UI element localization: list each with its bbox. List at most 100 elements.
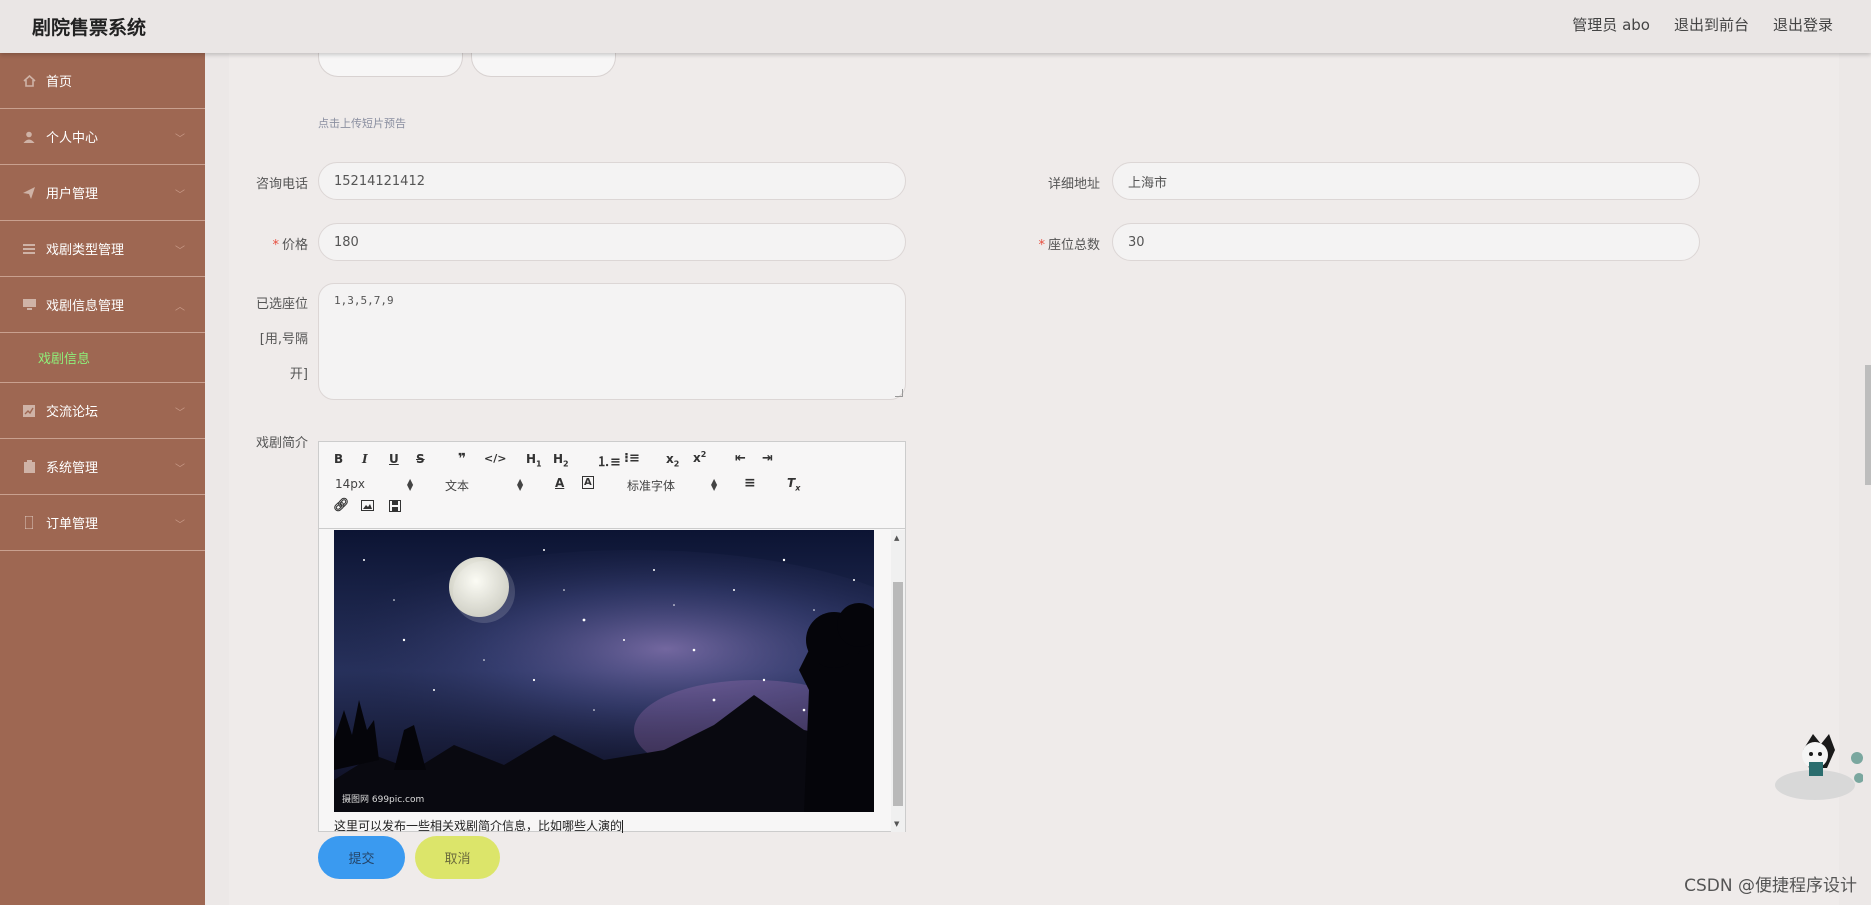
image-watermark: 摄图网 699pic.com (342, 795, 425, 805)
logout-link[interactable]: 退出登录 (1773, 14, 1833, 35)
price-label-text: 价格 (281, 238, 308, 253)
font-size-value: 14px (335, 477, 365, 491)
selected-seats-value: 1,3,5,7,9 (334, 294, 394, 307)
subscript-icon[interactable]: x2 (666, 452, 679, 468)
intro-label: 戏剧简介 (255, 436, 308, 451)
admin-user-label[interactable]: 管理员 abo (1572, 14, 1650, 35)
chevron-down-icon: ﹀ (175, 134, 185, 145)
heading-select[interactable]: 文本 ▲ ▼ (445, 477, 527, 494)
phone-input[interactable]: 15214121412 (318, 162, 906, 200)
background-color-icon[interactable]: A (582, 476, 594, 489)
exit-to-front-link[interactable]: 退出到前台 (1674, 14, 1749, 35)
font-family-select[interactable]: 标准字体 ▲ ▼ (627, 477, 719, 494)
user-icon (22, 130, 36, 144)
sidebar-item-label: 个人中心 (46, 131, 99, 146)
sidebar-item-label: 戏剧类型管理 (46, 243, 125, 258)
editor-content[interactable]: 摄图网 699pic.com 这里可以发布一些相关戏剧简介信息，比如哪些人演的 … (319, 530, 905, 834)
upload-box[interactable] (471, 53, 616, 77)
paper-plane-icon (22, 186, 36, 200)
image-icon[interactable] (361, 500, 374, 514)
price-input[interactable]: 180 (318, 223, 906, 261)
address-label: 详细地址 (1047, 177, 1100, 192)
sidebar-item-personal-center[interactable]: 个人中心 ﹀ (0, 109, 205, 165)
editor-toolbar: B I U S ❞ </> H1 H2 ⒈≡ ⁝≡ x2 x2 ⇤ ⇥ 14px… (319, 442, 905, 529)
select-arrows-icon: ▲ ▼ (517, 477, 524, 492)
night-sky-image: 摄图网 699pic.com (334, 530, 874, 812)
rich-text-editor: B I U S ❞ </> H1 H2 ⒈≡ ⁝≡ x2 x2 ⇤ ⇥ 14px… (318, 441, 906, 834)
selected-seats-label-2: [用,号隔 (259, 332, 308, 347)
chevron-down-icon: ﹀ (175, 246, 185, 257)
cancel-button[interactable]: 取消 (415, 836, 500, 879)
sidebar-item-system-management[interactable]: 系统管理 ﹀ (0, 439, 205, 495)
app-title: 剧院售票系统 (32, 17, 147, 39)
mascot-widget[interactable] (1773, 730, 1864, 802)
list-icon (22, 242, 36, 256)
blockquote-icon[interactable]: ❞ (458, 451, 466, 467)
clipboard-icon (22, 460, 36, 474)
font-color-icon[interactable]: A (555, 476, 564, 490)
video-icon[interactable] (389, 500, 401, 515)
sidebar-item-user-management[interactable]: 用户管理 ﹀ (0, 165, 205, 221)
superscript-icon[interactable]: x2 (693, 450, 706, 465)
chevron-down-icon: ﹀ (175, 464, 185, 475)
clear-format-icon[interactable]: Tx (787, 476, 800, 492)
scroll-up-icon[interactable]: ▲ (894, 534, 899, 542)
price-label: * 价格 (240, 234, 308, 253)
chevron-down-icon: ﹀ (175, 408, 185, 419)
strikethrough-icon[interactable]: S (416, 452, 425, 466)
ordered-list-icon[interactable]: ⒈≡ (597, 451, 621, 470)
heading-1-icon[interactable]: H1 (526, 452, 542, 468)
required-mark: * (1038, 238, 1045, 253)
heading-value: 文本 (445, 479, 470, 493)
editor-scrollbar[interactable]: ▲ ▼ (891, 530, 905, 832)
sidebar-item-label: 首页 (46, 75, 73, 90)
sidebar-item-label: 订单管理 (46, 517, 99, 532)
italic-icon[interactable]: I (362, 452, 368, 466)
indent-icon[interactable]: ⇥ (762, 451, 773, 466)
seats-label-text: 座位总数 (1047, 238, 1100, 253)
home-icon (22, 74, 36, 88)
chart-icon (22, 404, 36, 418)
sidebar-item-label: 系统管理 (46, 461, 99, 476)
sidebar-item-order-management[interactable]: 订单管理 ﹀ (0, 495, 205, 551)
seats-label: * 座位总数 (1000, 234, 1100, 253)
upload-box[interactable] (318, 53, 463, 77)
sidebar: 首页 个人中心 ﹀ 用户管理 ﹀ 戏剧类型管理 ﹀ 戏剧信息管理 ︿ 戏剧信息 … (0, 53, 205, 905)
sidebar-item-label: 交流论坛 (46, 405, 99, 420)
seats-input[interactable]: 30 (1112, 223, 1700, 261)
csdn-watermark: CSDN @便捷程序设计 (1684, 876, 1857, 896)
selected-seats-textarea[interactable]: 1,3,5,7,9 (318, 283, 906, 400)
sidebar-subitem-drama-info[interactable]: 戏剧信息 (0, 333, 205, 383)
page-scrollbar[interactable] (1865, 365, 1871, 485)
scroll-thumb[interactable] (893, 582, 903, 806)
outdent-icon[interactable]: ⇤ (735, 451, 746, 466)
sidebar-item-drama-info-management[interactable]: 戏剧信息管理 ︿ (0, 277, 205, 333)
bold-icon[interactable]: B (334, 452, 343, 466)
scroll-down-icon[interactable]: ▼ (894, 820, 899, 828)
select-arrows-icon: ▲ ▼ (407, 477, 414, 492)
sidebar-item-forum[interactable]: 交流论坛 ﹀ (0, 383, 205, 439)
underline-icon[interactable]: U (389, 452, 399, 466)
align-left-icon[interactable]: ≡ (744, 475, 756, 491)
link-icon[interactable]: 🔗︎ (333, 498, 350, 513)
heading-2-icon[interactable]: H2 (553, 452, 569, 468)
submit-button[interactable]: 提交 (318, 836, 405, 879)
sidebar-item-home[interactable]: 首页 (0, 53, 205, 109)
resize-handle[interactable] (895, 389, 903, 397)
selected-seats-label-1: 已选座位 (255, 297, 308, 312)
top-bar: 剧院售票系统 管理员 abo 退出到前台 退出登录 (0, 0, 1871, 53)
sidebar-item-label: 戏剧信息管理 (46, 299, 125, 314)
code-block-icon[interactable]: </> (484, 452, 506, 465)
editor-body-text: 这里可以发布一些相关戏剧简介信息，比如哪些人演的 (334, 817, 624, 834)
font-size-select[interactable]: 14px ▲ ▼ (335, 477, 417, 492)
sidebar-item-drama-type-management[interactable]: 戏剧类型管理 ﹀ (0, 221, 205, 277)
required-mark: * (272, 238, 279, 253)
editor-text-content: 这里可以发布一些相关戏剧简介信息，比如哪些人演的 (334, 819, 623, 833)
bullet-list-icon[interactable]: ⁝≡ (624, 451, 640, 466)
chevron-down-icon: ﹀ (175, 190, 185, 201)
phone-icon (22, 516, 36, 530)
phone-label: 咨询电话 (255, 177, 308, 192)
selected-seats-label-3: 开] (289, 367, 308, 382)
address-input[interactable]: 上海市 (1112, 162, 1700, 200)
text-caret (622, 820, 624, 833)
